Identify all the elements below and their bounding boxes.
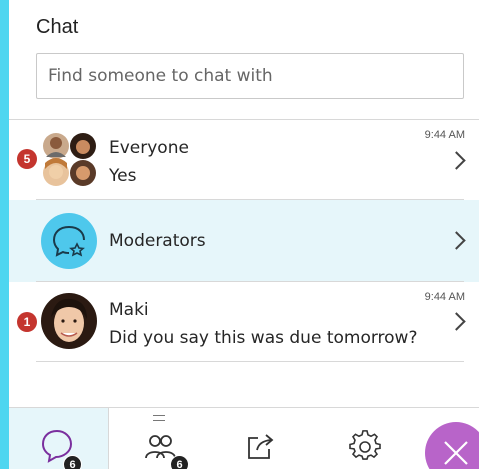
unread-badge: 5 [17,149,37,169]
search-input[interactable]: Find someone to chat with [36,53,464,99]
conversation-item-everyone[interactable]: 5 Everyone Yes 9:44 AM [9,120,479,200]
conversation-name: Maki [109,300,149,320]
divider [36,361,464,362]
conversation-name: Everyone [109,138,189,158]
page-title: Chat [36,16,79,38]
user-photo-icon [51,298,87,342]
conversation-item-maki[interactable]: 1 Maki Did you say this was due tomorrow… [9,282,479,362]
chevron-right-icon [447,151,466,170]
chevron-right-icon [447,231,466,250]
chat-count-badge: 6 [63,455,82,469]
conversation-last-message: Did you say this was due tomorrow? [109,328,418,348]
conversation-item-moderators[interactable]: Moderators [9,200,479,282]
attendees-count-badge: 6 [170,455,189,469]
share-icon [248,434,274,459]
conversation-time: 9:44 AM [424,129,465,141]
close-icon [444,441,468,465]
tab-settings[interactable] [309,408,409,469]
chevron-right-icon [447,312,466,331]
unread-badge: 1 [17,312,37,332]
moderator-chat-icon [52,226,85,257]
group-avatar-icon [43,133,96,186]
group-avatar [41,131,99,189]
tab-attendees[interactable]: 6 [109,408,209,469]
tab-chat[interactable]: 6 [9,408,108,469]
close-button[interactable] [425,422,479,469]
moderators-avatar [41,213,97,269]
bottom-tab-bar: 6 6 [9,407,479,469]
settings-icon [349,430,381,460]
tab-share[interactable] [209,408,309,469]
conversation-last-message: Yes [109,166,137,186]
drag-handle[interactable] [153,415,165,421]
avatar [41,293,97,349]
chat-panel: Chat Find someone to chat with 5 Everyon… [9,0,479,469]
conversation-name: Moderators [109,231,206,251]
conversation-time: 9:44 AM [424,291,465,303]
